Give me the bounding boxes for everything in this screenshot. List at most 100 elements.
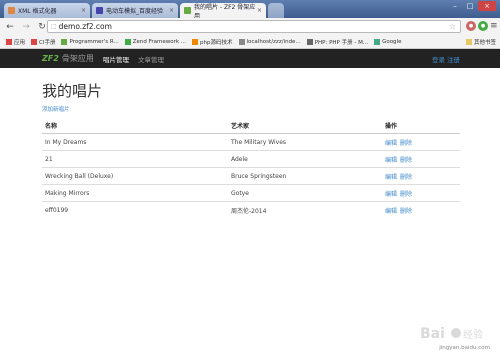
- bookmark-label: Google: [382, 39, 402, 45]
- app-navbar: ZF2 骨架应用 唱片管理 文章管理 登录 注册: [0, 49, 500, 68]
- bookmark-favicon-icon: [306, 39, 313, 45]
- bookmark-favicon-icon: [61, 39, 68, 45]
- album-artist-cell: The Military Wives: [228, 133, 382, 151]
- edit-link[interactable]: 编辑: [385, 208, 397, 215]
- nav-item-albums[interactable]: 唱片管理: [103, 54, 129, 64]
- other-bookmarks[interactable]: 其他书签: [465, 38, 496, 46]
- album-actions-cell: 编辑 删除: [382, 167, 460, 185]
- delete-link[interactable]: 删除: [400, 174, 412, 181]
- browser-toolbar: ← → ↻ ⬚ demo.zf2.com ☆: [0, 18, 500, 36]
- page-title: 我的唱片: [42, 82, 103, 100]
- minimize-icon[interactable]: –: [448, 1, 462, 11]
- tab-title: 电动车模拟_百度经验: [106, 8, 164, 15]
- table-row: Wrecking Ball (Deluxe) Bruce Springsteen 编…: [42, 167, 460, 185]
- table-row: Making Mirrors Gotye 编辑 删除: [42, 184, 460, 202]
- tab-favicon-icon: [8, 7, 15, 14]
- bookmark-label: 应用: [14, 40, 26, 46]
- page-icon: ⬚: [51, 23, 57, 30]
- table-row: In My Dreams The Military Wives 编辑 删除: [42, 133, 460, 151]
- bookmark-label: php源码技术: [200, 40, 233, 46]
- bookmark-item[interactable]: Zend Framework ...: [124, 39, 187, 45]
- album-artist-cell: 周杰伦-2014: [228, 201, 382, 218]
- back-arrow-icon[interactable]: ←: [4, 21, 16, 33]
- menu-icon[interactable]: ≡: [490, 21, 498, 31]
- edit-link[interactable]: 编辑: [385, 157, 397, 164]
- delete-link[interactable]: 删除: [400, 191, 412, 198]
- bookmark-label: localhost/zzz/inde...: [246, 39, 301, 45]
- albums-table: 名称 艺术家 操作 In My Dreams The Military Wives…: [42, 117, 460, 218]
- table-row: eff0199 周杰伦-2014 编辑 删除: [42, 201, 460, 218]
- tab-favicon-icon: [96, 7, 103, 14]
- brand-logo: ZF2: [42, 54, 59, 63]
- apps-icon: [6, 39, 12, 45]
- bookmark-label: Zend Framework ...: [132, 39, 187, 45]
- tab-close-icon[interactable]: ×: [257, 7, 262, 14]
- tab-close-icon[interactable]: ×: [81, 7, 86, 14]
- login-link[interactable]: 登录: [432, 54, 445, 64]
- album-actions-cell: 编辑 删除: [382, 184, 460, 202]
- bookmark-favicon-icon: [374, 39, 381, 45]
- delete-link[interactable]: 删除: [400, 140, 412, 147]
- column-header-title: 名称: [42, 117, 228, 134]
- browser-tab-1[interactable]: XML 格式化器 ×: [4, 3, 90, 18]
- bookmark-item[interactable]: php源码技术: [192, 38, 233, 46]
- bookmark-item[interactable]: PHP: PHP 手册 - M...: [306, 38, 369, 46]
- tab-favicon-icon: [184, 7, 191, 14]
- edit-link[interactable]: 编辑: [385, 191, 397, 198]
- bookmark-item[interactable]: Google: [374, 39, 401, 45]
- svg-text:经验: 经验: [463, 328, 483, 341]
- other-bookmarks-label: 其他书签: [473, 40, 496, 46]
- bookmark-item[interactable]: localhost/zzz/inde...: [238, 39, 301, 45]
- bookmark-item[interactable]: CI手册: [31, 38, 55, 46]
- album-title-cell: In My Dreams: [42, 133, 228, 151]
- album-artist-cell: Gotye: [228, 184, 382, 202]
- bookmark-favicon-icon: [192, 39, 199, 45]
- browser-tab-active[interactable]: 我的唱片 - ZF2 骨架应用 ×: [180, 3, 266, 20]
- bookmark-item[interactable]: 应用: [6, 38, 25, 46]
- new-tab-button[interactable]: [268, 3, 284, 18]
- extension-icon[interactable]: ●: [478, 21, 488, 31]
- tab-title: 我的唱片 - ZF2 骨架应用: [194, 3, 256, 20]
- edit-link[interactable]: 编辑: [385, 174, 397, 181]
- register-link[interactable]: 注册: [447, 54, 460, 64]
- brand[interactable]: ZF2 骨架应用: [42, 53, 94, 64]
- nav-item-articles[interactable]: 文章管理: [138, 54, 164, 64]
- album-actions-cell: 编辑 删除: [382, 133, 460, 151]
- column-header-artist: 艺术家: [228, 117, 382, 134]
- extension-icon[interactable]: ●: [466, 21, 476, 31]
- folder-icon: [465, 39, 472, 45]
- svg-text:Bai: Bai: [420, 326, 445, 342]
- close-window-icon[interactable]: ×: [478, 1, 496, 11]
- browser-tab-2[interactable]: 电动车模拟_百度经验 ×: [92, 3, 178, 18]
- baidu-watermark-logo: Bai 经验: [420, 326, 483, 342]
- brand-name: 骨架应用: [61, 54, 94, 63]
- album-actions-cell: 编辑 删除: [382, 201, 460, 218]
- table-header-row: 名称 艺术家 操作: [42, 117, 460, 134]
- column-header-actions: 操作: [382, 117, 460, 134]
- edit-link[interactable]: 编辑: [385, 140, 397, 147]
- add-album-link[interactable]: 添加新唱片: [42, 105, 460, 113]
- address-bar[interactable]: ⬚ demo.zf2.com ☆: [47, 20, 461, 33]
- album-title-cell: Making Mirrors: [42, 184, 228, 202]
- tab-close-icon[interactable]: ×: [169, 7, 174, 14]
- bookmarks-bar: 应用 CI手册 Programmer's R... Zend Framework…: [0, 36, 500, 49]
- album-title-cell: eff0199: [42, 201, 228, 218]
- bookmark-favicon-icon: [238, 39, 245, 45]
- album-actions-cell: 编辑 删除: [382, 150, 460, 168]
- bookmark-favicon-icon: [124, 39, 131, 45]
- bookmark-label: PHP: PHP 手册 - M...: [314, 40, 369, 46]
- browser-tab-strip: XML 格式化器 × 电动车模拟_百度经验 × 我的唱片 - ZF2 骨架应用 …: [0, 0, 500, 20]
- delete-link[interactable]: 删除: [400, 157, 412, 164]
- album-title-cell: 21: [42, 150, 228, 168]
- watermark-url: jingyan.baidu.com: [439, 345, 490, 351]
- maximize-icon[interactable]: □: [463, 1, 477, 11]
- bookmark-label: Programmer's R...: [69, 39, 119, 45]
- delete-link[interactable]: 删除: [400, 208, 412, 215]
- album-artist-cell: Adele: [228, 150, 382, 168]
- forward-arrow-icon[interactable]: →: [20, 21, 32, 33]
- bookmark-item[interactable]: Programmer's R...: [61, 39, 119, 45]
- tab-title: XML 格式化器: [18, 8, 57, 15]
- table-row: 21 Adele 编辑 删除: [42, 150, 460, 168]
- bookmark-favicon-icon: [31, 39, 38, 45]
- bookmark-star-icon[interactable]: ☆: [449, 22, 456, 31]
